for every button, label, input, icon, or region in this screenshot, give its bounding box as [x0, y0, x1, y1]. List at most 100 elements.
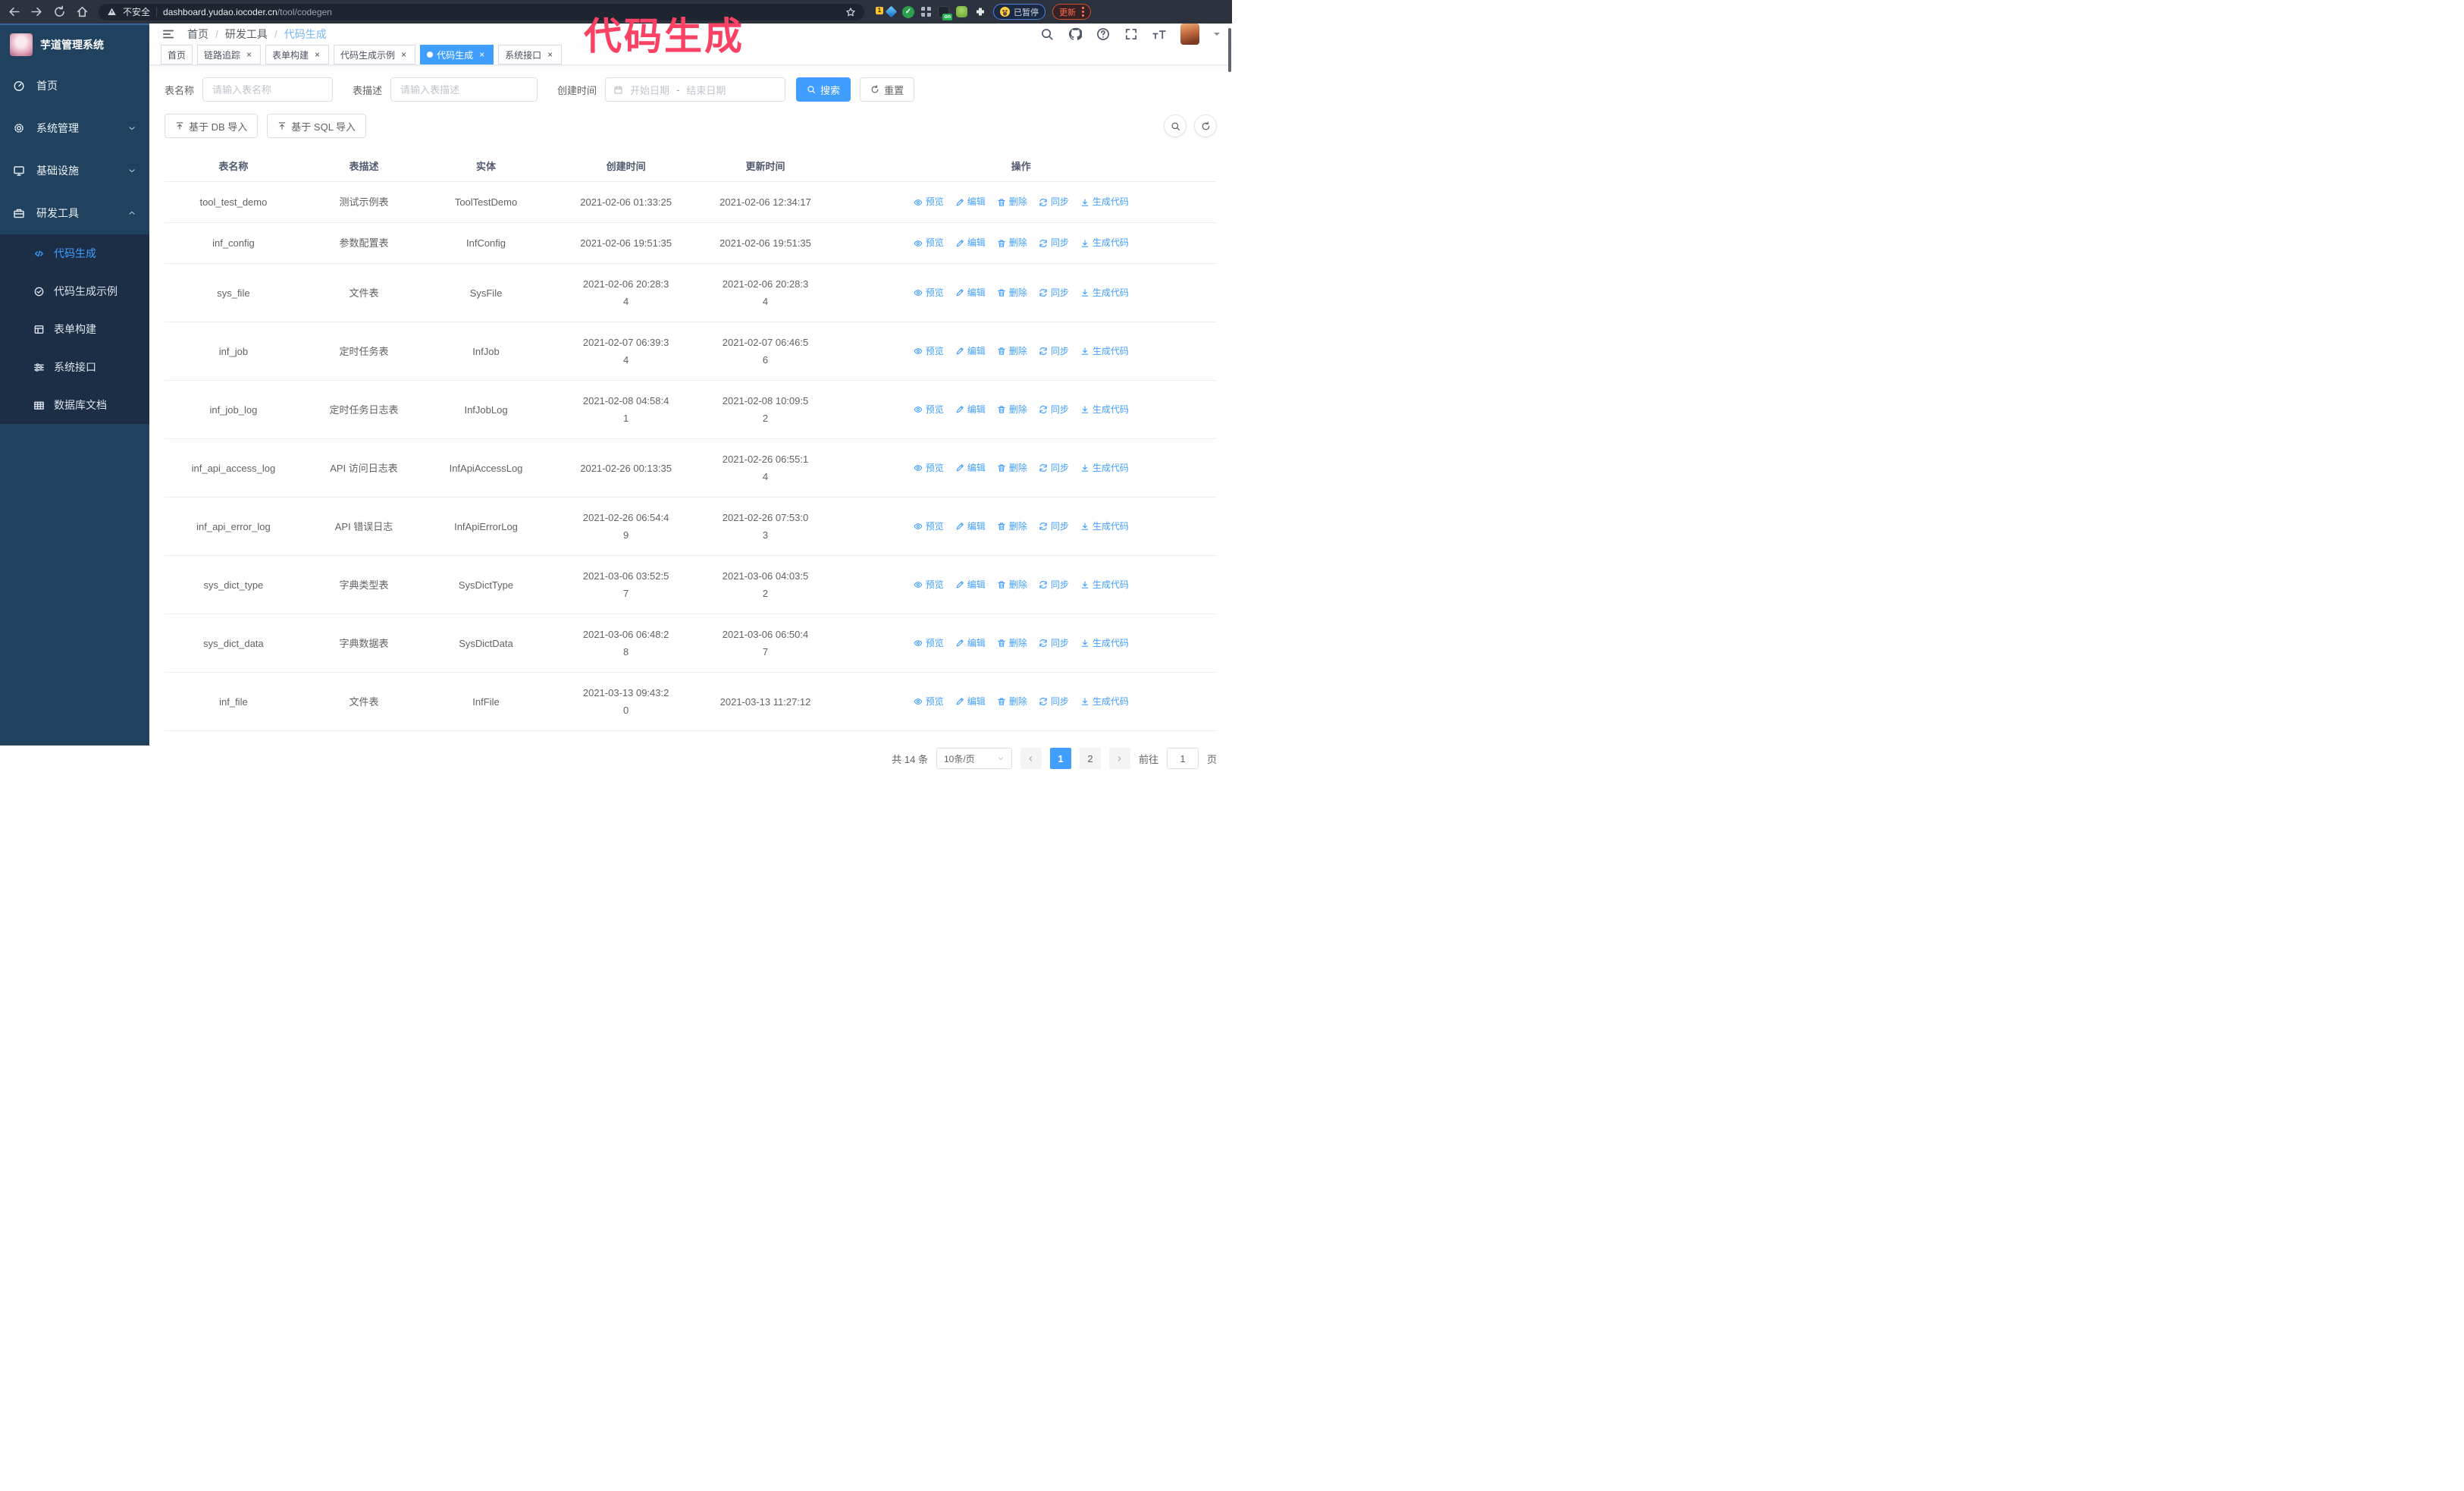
github-icon[interactable] [1068, 27, 1082, 41]
browser-back-icon[interactable] [8, 5, 20, 18]
extension-grid-icon[interactable] [921, 7, 931, 17]
sidebar-item-system[interactable]: 系统管理 [0, 107, 149, 149]
preview-link[interactable]: 预览 [914, 693, 944, 711]
refresh-table-button[interactable] [1194, 115, 1217, 137]
generate-code-link[interactable]: 生成代码 [1080, 401, 1129, 419]
generate-code-link[interactable]: 生成代码 [1080, 343, 1129, 360]
close-icon[interactable] [399, 50, 409, 60]
page-button-1[interactable]: 1 [1049, 748, 1071, 769]
page-scrollbar-thumb[interactable] [1228, 28, 1231, 72]
sidebar-item-codegen[interactable]: 代码生成 [0, 234, 149, 272]
preview-link[interactable]: 预览 [914, 576, 944, 594]
font-size-icon[interactable] [1152, 27, 1166, 41]
preview-link[interactable]: 预览 [914, 234, 944, 252]
delete-link[interactable]: 删除 [997, 234, 1027, 252]
close-icon[interactable] [312, 50, 322, 60]
sync-link[interactable]: 同步 [1039, 576, 1069, 594]
tab-home[interactable]: 首页 [161, 45, 193, 64]
sync-link[interactable]: 同步 [1039, 284, 1069, 302]
sidebar-item-db-doc[interactable]: 数据库文档 [0, 386, 149, 424]
extension-diamond-icon[interactable] [885, 5, 898, 18]
edit-link[interactable]: 编辑 [955, 343, 986, 360]
preview-link[interactable]: 预览 [914, 193, 944, 211]
edit-link[interactable]: 编辑 [955, 576, 986, 594]
generate-code-link[interactable]: 生成代码 [1080, 193, 1129, 211]
generate-code-link[interactable]: 生成代码 [1080, 518, 1129, 535]
caret-down-icon[interactable] [1214, 33, 1220, 39]
generate-code-link[interactable]: 生成代码 [1080, 693, 1129, 711]
edit-link[interactable]: 编辑 [955, 460, 986, 477]
goto-page-input[interactable] [1166, 748, 1199, 769]
avatar[interactable] [1180, 24, 1199, 45]
update-badge[interactable]: 更新 [1052, 4, 1091, 20]
sidebar-item-codegen-example[interactable]: 代码生成示例 [0, 272, 149, 310]
preview-link[interactable]: 预览 [914, 635, 944, 652]
generate-code-link[interactable]: 生成代码 [1080, 635, 1129, 652]
edit-link[interactable]: 编辑 [955, 693, 986, 711]
delete-link[interactable]: 删除 [997, 284, 1027, 302]
extension-bot-icon[interactable] [956, 6, 967, 17]
profile-paused-badge[interactable]: 已暂停 [993, 4, 1045, 20]
tab-codegen-example[interactable]: 代码生成示例 [334, 45, 416, 64]
browser-home-icon[interactable] [76, 5, 89, 18]
date-range-picker[interactable]: 开始日期 - 结束日期 [605, 77, 786, 102]
bookmark-star-icon[interactable] [845, 7, 856, 17]
import-sql-button[interactable]: 基于 SQL 导入 [267, 114, 367, 138]
sidebar-item-system-api[interactable]: 系统接口 [0, 348, 149, 386]
tab-codegen[interactable]: 代码生成 [420, 45, 494, 64]
tab-system-api[interactable]: 系统接口 [498, 45, 563, 64]
preview-link[interactable]: 预览 [914, 343, 944, 360]
tab-form-builder[interactable]: 表单构建 [265, 45, 330, 64]
sync-link[interactable]: 同步 [1039, 635, 1069, 652]
generate-code-link[interactable]: 生成代码 [1080, 576, 1129, 594]
sync-link[interactable]: 同步 [1039, 401, 1069, 419]
close-icon[interactable] [244, 50, 254, 60]
sidebar-item-infra[interactable]: 基础设施 [0, 149, 149, 192]
breadcrumb-home[interactable]: 首页 [187, 27, 208, 42]
reset-button[interactable]: 重置 [860, 77, 915, 102]
delete-link[interactable]: 删除 [997, 193, 1027, 211]
sync-link[interactable]: 同步 [1039, 518, 1069, 535]
search-button[interactable]: 搜索 [796, 77, 851, 102]
extension-dark-icon[interactable]: on [938, 6, 952, 20]
preview-link[interactable]: 预览 [914, 401, 944, 419]
fullscreen-icon[interactable] [1124, 27, 1138, 41]
close-icon[interactable] [545, 50, 555, 60]
sidebar-item-devtools[interactable]: 研发工具 [0, 192, 149, 234]
edit-link[interactable]: 编辑 [955, 234, 986, 252]
page-size-select[interactable]: 10条/页 [936, 748, 1012, 769]
help-icon[interactable] [1096, 27, 1110, 41]
delete-link[interactable]: 删除 [997, 518, 1027, 535]
preview-link[interactable]: 预览 [914, 460, 944, 477]
sync-link[interactable]: 同步 [1039, 343, 1069, 360]
page-button-2[interactable]: 2 [1079, 748, 1101, 769]
sync-link[interactable]: 同步 [1039, 234, 1069, 252]
edit-link[interactable]: 编辑 [955, 193, 986, 211]
address-bar[interactable]: 不安全 dashboard.yudao.iocoder.cn/tool/code… [99, 3, 864, 20]
edit-link[interactable]: 编辑 [955, 401, 986, 419]
browser-forward-icon[interactable] [30, 5, 43, 18]
extension-check-icon[interactable]: ✓ [902, 5, 914, 18]
sync-link[interactable]: 同步 [1039, 693, 1069, 711]
sync-link[interactable]: 同步 [1039, 193, 1069, 211]
edit-link[interactable]: 编辑 [955, 518, 986, 535]
toggle-search-button[interactable] [1164, 115, 1187, 137]
extensions-puzzle-icon[interactable] [974, 6, 986, 18]
table-name-input[interactable] [202, 77, 334, 102]
edit-link[interactable]: 编辑 [955, 284, 986, 302]
edit-link[interactable]: 编辑 [955, 635, 986, 652]
generate-code-link[interactable]: 生成代码 [1080, 284, 1129, 302]
delete-link[interactable]: 删除 [997, 343, 1027, 360]
sidebar-item-form-builder[interactable]: 表单构建 [0, 310, 149, 348]
generate-code-link[interactable]: 生成代码 [1080, 234, 1129, 252]
browser-reload-icon[interactable] [53, 5, 66, 18]
delete-link[interactable]: 删除 [997, 576, 1027, 594]
import-db-button[interactable]: 基于 DB 导入 [165, 114, 259, 138]
sidebar-item-home[interactable]: 首页 [0, 64, 149, 107]
next-page-button[interactable] [1108, 748, 1130, 769]
table-desc-input[interactable] [390, 77, 538, 102]
delete-link[interactable]: 删除 [997, 635, 1027, 652]
preview-link[interactable]: 预览 [914, 284, 944, 302]
preview-link[interactable]: 预览 [914, 518, 944, 535]
search-icon[interactable] [1040, 27, 1054, 41]
